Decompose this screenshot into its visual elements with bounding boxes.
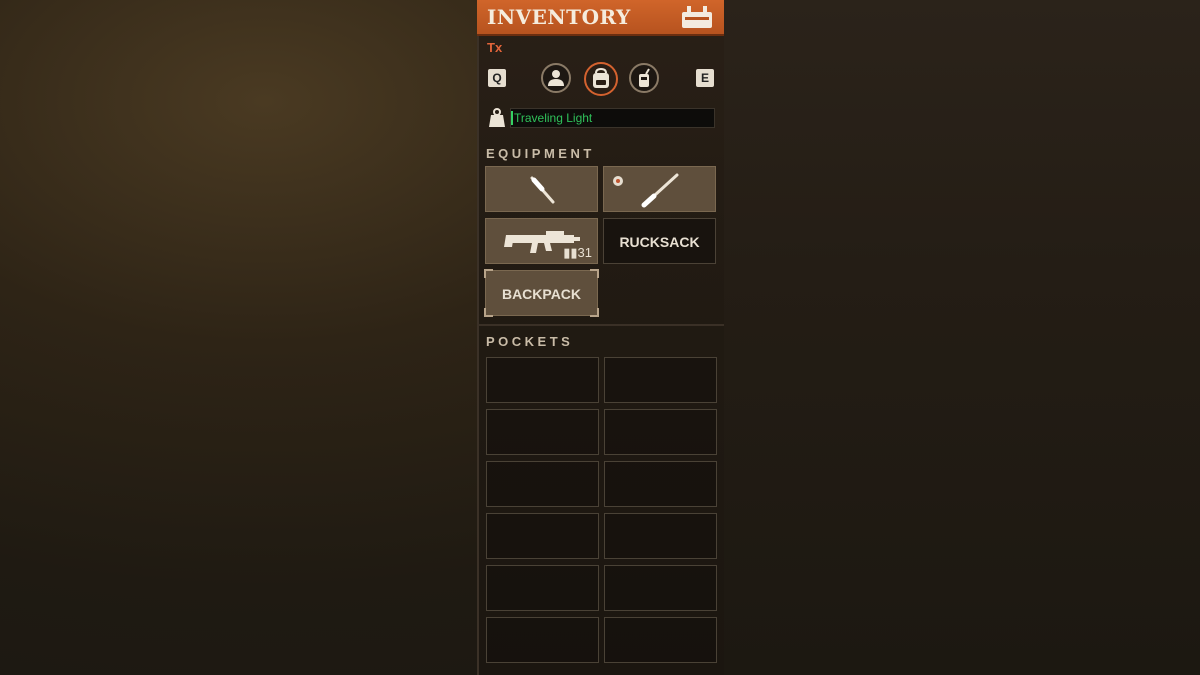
pocket-slot[interactable] (604, 513, 717, 559)
pockets-title: POCKETS (486, 334, 574, 349)
panel-border (477, 0, 479, 675)
tab-character[interactable] (541, 63, 571, 93)
selection-corner (484, 308, 493, 317)
pocket-slot[interactable] (486, 461, 599, 507)
melee-weapon-icon (530, 176, 555, 204)
pocket-slot[interactable] (486, 409, 599, 455)
weight-status-text: Traveling Light (514, 111, 593, 125)
equipment-slot-backpack[interactable]: BACKPACK (484, 269, 599, 317)
equipment-title: EQUIPMENT (486, 146, 595, 161)
background-right (724, 0, 1200, 675)
pocket-slot[interactable] (604, 409, 717, 455)
pocket-slot[interactable] (604, 617, 717, 663)
character-icon (548, 70, 564, 86)
equipment-slot-long-melee[interactable] (603, 166, 716, 212)
pocket-slot[interactable] (604, 565, 717, 611)
pocket-slot[interactable] (604, 461, 717, 507)
backpack-label: BACKPACK (501, 286, 582, 302)
prev-tab-key[interactable]: Q (488, 69, 506, 87)
weight-status-bar: Traveling Light (510, 108, 715, 128)
ammo-count: ▮▮31 (563, 245, 592, 260)
crosshair-badge-icon (613, 176, 623, 186)
pocket-slot[interactable] (486, 617, 599, 663)
selection-corner (590, 308, 599, 317)
equipment-slot-melee[interactable] (485, 166, 598, 212)
pocket-slot[interactable] (486, 565, 599, 611)
rucksack-label: RUCKSACK (619, 234, 700, 250)
tab-backpack[interactable] (584, 62, 618, 96)
radio-icon (639, 68, 650, 87)
next-tab-key[interactable]: E (696, 69, 714, 87)
section-divider (477, 324, 724, 326)
player-name: Tx (487, 40, 503, 55)
inventory-header: INVENTORY (477, 0, 724, 36)
pocket-slot[interactable] (486, 513, 599, 559)
equipment-slot-rucksack[interactable]: RUCKSACK (603, 218, 716, 264)
selection-corner (484, 269, 493, 278)
ammo-icon: ▮▮ (563, 245, 578, 260)
equipment-slot-rifle[interactable]: ▮▮31 (485, 218, 598, 264)
weight-icon (489, 108, 505, 127)
selection-corner (590, 269, 599, 278)
tab-radio[interactable] (629, 63, 659, 93)
inventory-title: INVENTORY (487, 5, 631, 29)
pocket-slot[interactable] (604, 357, 717, 403)
backpack-icon (682, 6, 712, 28)
pocket-slot[interactable] (486, 357, 599, 403)
inventory-panel: INVENTORY Tx Q E Traveling Light EQUIPME… (477, 0, 724, 675)
backpack-icon (593, 67, 609, 88)
